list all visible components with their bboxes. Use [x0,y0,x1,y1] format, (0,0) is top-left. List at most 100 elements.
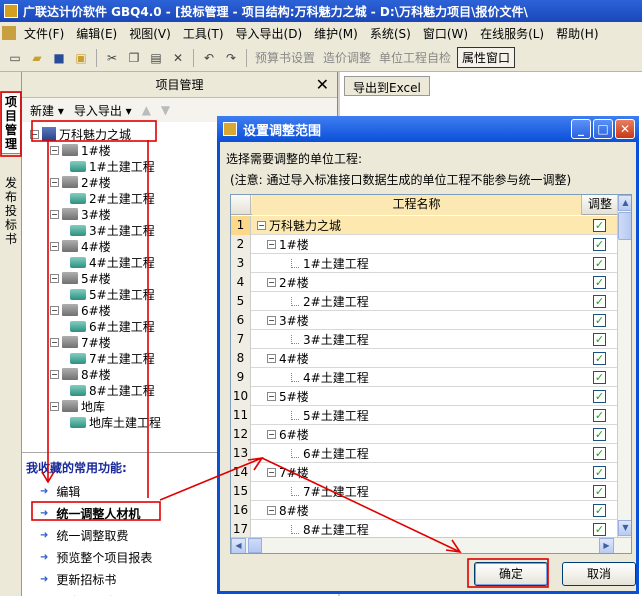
table-row[interactable]: 5 2#土建工程 ✓ [231,292,617,311]
horizontal-scrollbar[interactable]: ◀ ▶ [231,537,631,553]
collapse-toggle-icon[interactable]: − [257,221,266,230]
hscroll-thumb[interactable] [248,538,262,553]
collapse-toggle-icon[interactable]: − [50,145,59,155]
adjust-checkbox[interactable]: ✓ [593,257,606,270]
favorite-item[interactable]: ➜ 统一调整人材机 [40,505,140,522]
new-dropdown[interactable]: 新建 ▾ [30,102,64,119]
tree-unit-node[interactable]: 4#土建工程 [70,254,155,270]
close-icon[interactable]: ✕ [615,119,635,139]
adjust-checkbox[interactable]: ✓ [593,409,606,422]
collapse-toggle-icon[interactable]: − [50,209,59,219]
menu-view[interactable]: 视图(V) [123,25,177,42]
table-row[interactable]: 10 −5#楼 ✓ [231,387,617,406]
save-icon[interactable]: ■ [51,50,67,66]
menu-tools[interactable]: 工具(T) [177,25,230,42]
table-row[interactable]: 9 4#土建工程 ✓ [231,368,617,387]
tree-unit-node[interactable]: 地库土建工程 [70,414,161,430]
menu-maintenance[interactable]: 维护(M) [308,25,364,42]
copy-icon[interactable]: ❐ [126,50,142,66]
table-row[interactable]: 14 −7#楼 ✓ [231,463,617,482]
collapse-toggle-icon[interactable]: − [267,430,276,439]
collapse-toggle-icon[interactable]: − [267,506,276,515]
maximize-icon[interactable]: □ [593,119,613,139]
adjust-checkbox[interactable]: ✓ [593,523,606,536]
scroll-down-icon[interactable]: ▼ [618,520,631,536]
new-file-icon[interactable]: ▭ [7,50,23,66]
collapse-toggle-icon[interactable]: − [267,278,276,287]
table-row[interactable]: 6 −3#楼 ✓ [231,311,617,330]
table-row[interactable]: 4 −2#楼 ✓ [231,273,617,292]
adjust-checkbox[interactable]: ✓ [593,428,606,441]
paste-icon[interactable]: ▤ [148,50,164,66]
undo-icon[interactable]: ↶ [201,50,217,66]
menu-file[interactable]: 文件(F) [18,25,70,42]
scroll-up-icon[interactable]: ▲ [618,195,631,211]
adjust-checkbox[interactable]: ✓ [593,314,606,327]
collapse-toggle-icon[interactable]: − [30,129,39,139]
tab-project-management[interactable]: 项目管理 [1,92,21,154]
table-row[interactable]: 11 5#土建工程 ✓ [231,406,617,425]
budget-settings-button[interactable]: 预算书设置 [251,49,319,66]
table-row[interactable]: 12 −6#楼 ✓ [231,425,617,444]
collapse-toggle-icon[interactable]: − [50,273,59,283]
adjust-checkbox[interactable]: ✓ [593,447,606,460]
app-menu-icon[interactable] [2,26,16,40]
tree-unit-node[interactable]: 7#土建工程 [70,350,155,366]
minimize-icon[interactable]: _ [571,119,591,139]
unit-self-check-button[interactable]: 单位工程自检 [375,49,455,66]
collapse-toggle-icon[interactable]: − [50,369,59,379]
favorite-item[interactable]: ➜ 预览整个项目报表 [40,549,152,566]
move-down-icon[interactable]: ▼ [161,103,170,117]
table-row[interactable]: 8 −4#楼 ✓ [231,349,617,368]
tree-building-node[interactable]: − 4#楼 [50,238,111,254]
collapse-toggle-icon[interactable]: − [50,177,59,187]
adjust-checkbox[interactable]: ✓ [593,295,606,308]
collapse-toggle-icon[interactable]: − [50,337,59,347]
adjust-checkbox[interactable]: ✓ [593,238,606,251]
price-adjust-button[interactable]: 造价调整 [319,49,375,66]
collapse-toggle-icon[interactable]: − [50,401,59,411]
favorite-item[interactable]: ➜ 编辑 [40,483,80,500]
favorite-item[interactable]: ➜ 统一调整取费 [40,527,128,544]
open-folder-icon[interactable]: ▰ [29,50,45,66]
adjust-checkbox[interactable]: ✓ [593,333,606,346]
tree-building-node[interactable]: − 7#楼 [50,334,111,350]
menu-import-export[interactable]: 导入导出(D) [230,25,309,42]
menu-edit[interactable]: 编辑(E) [70,25,123,42]
adjust-checkbox[interactable]: ✓ [593,504,606,517]
cut-icon[interactable]: ✂ [104,50,120,66]
tree-building-node[interactable]: − 6#楼 [50,302,111,318]
tree-building-node[interactable]: − 3#楼 [50,206,111,222]
scroll-thumb[interactable] [618,212,631,240]
scroll-left-icon[interactable]: ◀ [231,538,246,553]
tree-building-node[interactable]: − 2#楼 [50,174,111,190]
collapse-toggle-icon[interactable]: − [267,392,276,401]
adjust-checkbox[interactable]: ✓ [593,352,606,365]
tab-publish-bid[interactable]: 发布投标书 [1,174,21,248]
tree-building-node[interactable]: − 1#楼 [50,142,111,158]
move-up-icon[interactable]: ▲ [142,103,151,117]
tree-unit-node[interactable]: 1#土建工程 [70,158,155,174]
collapse-toggle-icon[interactable]: − [50,305,59,315]
open-project-icon[interactable]: ▣ [73,50,89,66]
property-window-button[interactable]: 属性窗口 [457,47,516,68]
redo-icon[interactable]: ↷ [223,50,239,66]
collapse-toggle-icon[interactable]: − [267,240,276,249]
ok-button[interactable]: 确定 [474,562,548,586]
table-row[interactable]: 16 −8#楼 ✓ [231,501,617,520]
tree-root-node[interactable]: − 万科魅力之城 [30,126,131,142]
adjust-checkbox[interactable]: ✓ [593,485,606,498]
adjust-checkbox[interactable]: ✓ [593,276,606,289]
table-row[interactable]: 15 7#土建工程 ✓ [231,482,617,501]
tree-unit-node[interactable]: 8#土建工程 [70,382,155,398]
tree-building-node[interactable]: − 5#楼 [50,270,111,286]
table-row[interactable]: 3 1#土建工程 ✓ [231,254,617,273]
table-row[interactable]: 7 3#土建工程 ✓ [231,330,617,349]
table-row[interactable]: 2 −1#楼 ✓ [231,235,617,254]
collapse-toggle-icon[interactable]: − [267,316,276,325]
menu-window[interactable]: 窗口(W) [417,25,474,42]
collapse-toggle-icon[interactable]: − [267,468,276,477]
scroll-right-icon[interactable]: ▶ [599,538,614,553]
cancel-button[interactable]: 取消 [562,562,636,586]
menu-online-service[interactable]: 在线服务(L) [474,25,550,42]
